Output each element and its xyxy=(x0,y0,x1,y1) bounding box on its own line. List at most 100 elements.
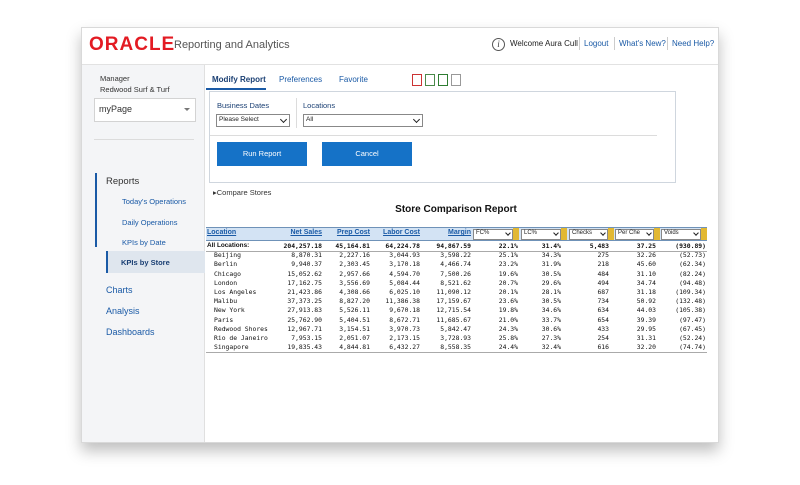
value-cell: 3,598.22 xyxy=(440,251,471,260)
voids-filter[interactable]: Voids xyxy=(661,229,701,240)
cancel-button[interactable]: Cancel xyxy=(322,142,412,166)
compare-stores-toggle[interactable]: ▸Compare Stores xyxy=(213,188,271,197)
per-check-filter-label: Per Che xyxy=(618,230,641,236)
column-header-net-sales[interactable]: Net Sales xyxy=(288,229,322,236)
column-resize-handle[interactable] xyxy=(608,228,614,240)
sidebar-item-kpis-by-date[interactable]: KPIs by Date xyxy=(122,238,166,247)
value-cell: (132.48) xyxy=(675,297,706,306)
column-resize-handle[interactable] xyxy=(654,228,660,240)
value-cell: 3,154.51 xyxy=(339,324,370,333)
value-cell: 8,521.62 xyxy=(440,278,471,287)
value-cell: 8,672.71 xyxy=(389,315,420,324)
sidebar-item-dashboards[interactable]: Dashboards xyxy=(106,327,155,337)
active-section-indicator xyxy=(95,173,97,247)
value-cell: 30.5% xyxy=(541,297,561,306)
value-cell: 254 xyxy=(597,334,609,342)
document-icon[interactable] xyxy=(451,74,461,86)
welcome-text: Welcome Aura Cull xyxy=(510,39,578,48)
value-cell: 734 xyxy=(597,297,609,306)
business-dates-select[interactable]: Please Select xyxy=(216,114,290,127)
value-cell: 275 xyxy=(597,251,609,260)
mypage-value: myPage xyxy=(99,104,133,114)
application-window: ORACLE Reporting and Analytics i Welcome… xyxy=(81,27,719,443)
sidebar-item-analysis[interactable]: Analysis xyxy=(106,306,140,316)
value-cell: 29.95 xyxy=(636,324,656,333)
value-cell: 32.4% xyxy=(541,343,561,352)
value-cell: 5,526.11 xyxy=(339,306,370,315)
checks-filter[interactable]: Checks xyxy=(569,229,608,240)
column-resize-handle[interactable] xyxy=(561,228,567,240)
value-cell: 30.6% xyxy=(541,324,561,333)
value-cell: 2,303.45 xyxy=(339,260,370,269)
user-role: Manager Redwood Surf & Turf xyxy=(100,73,170,95)
value-cell: 24.3% xyxy=(498,324,518,333)
value-cell: 12,715.54 xyxy=(436,306,471,315)
print-icon[interactable] xyxy=(425,74,435,86)
column-resize-handle[interactable] xyxy=(701,228,707,240)
per-check-filter[interactable]: Per Che xyxy=(615,229,654,240)
column-header-labor-cost[interactable]: Labor Cost xyxy=(380,229,420,236)
value-cell: 20.7% xyxy=(498,278,518,287)
value-cell: 94,867.59 xyxy=(436,242,471,250)
value-cell: 2,957.66 xyxy=(339,269,370,278)
value-cell: 6,025.10 xyxy=(389,288,420,296)
value-cell: 31.10 xyxy=(636,269,656,278)
value-cell: 17,162.75 xyxy=(287,278,322,287)
value-cell: 218 xyxy=(597,260,609,269)
whats-new-link[interactable]: What's New? xyxy=(619,39,666,48)
value-cell: (97.47) xyxy=(679,315,706,324)
value-cell: 32.26 xyxy=(636,251,656,260)
fc-percent-filter-label: FC% xyxy=(476,230,490,236)
logout-link[interactable]: Logout xyxy=(584,39,608,48)
top-divider xyxy=(614,37,615,50)
sidebar-item-kpis-by-store[interactable]: KPIs by Store xyxy=(106,251,205,273)
value-cell: 25.1% xyxy=(498,251,518,260)
need-help-link[interactable]: Need Help? xyxy=(672,39,714,48)
sidebar-divider xyxy=(94,139,194,140)
value-cell: 2,173.15 xyxy=(389,334,420,342)
column-header-prep-cost[interactable]: Prep Cost xyxy=(334,229,370,236)
value-cell: 9,670.18 xyxy=(389,306,420,315)
business-dates-value: Please Select xyxy=(219,116,259,123)
value-cell: 4,308.66 xyxy=(339,288,370,296)
mypage-dropdown[interactable]: myPage xyxy=(94,98,196,122)
column-header-margin[interactable]: Margin xyxy=(431,229,471,236)
value-cell: 31.18 xyxy=(636,288,656,296)
column-header-location[interactable]: Location xyxy=(207,229,236,236)
lc-percent-filter[interactable]: LC% xyxy=(521,229,561,240)
value-cell: 19,835.43 xyxy=(287,343,322,352)
tab-modify-report[interactable]: Modify Report xyxy=(212,75,266,84)
value-cell: 24.4% xyxy=(498,343,518,352)
chevron-down-icon xyxy=(553,230,559,236)
locations-select[interactable]: All xyxy=(303,114,423,127)
value-cell: 11,386.38 xyxy=(385,297,420,306)
value-cell: (74.74) xyxy=(679,343,706,352)
value-cell: 8,827.20 xyxy=(339,297,370,306)
pdf-icon[interactable] xyxy=(412,74,422,86)
sidebar-item-charts[interactable]: Charts xyxy=(106,285,133,295)
table-bottom-border xyxy=(206,352,707,354)
column-resize-handle[interactable] xyxy=(513,228,519,240)
sidebar-item-todays-operations[interactable]: Today's Operations xyxy=(122,197,186,206)
run-report-button[interactable]: Run Report xyxy=(217,142,307,166)
excel-icon[interactable] xyxy=(438,74,448,86)
chevron-down-icon xyxy=(646,230,652,236)
value-cell: 45,164.81 xyxy=(335,242,370,250)
value-cell: 484 xyxy=(597,269,609,278)
value-cell: 12,967.71 xyxy=(287,324,322,333)
value-cell: 17,159.67 xyxy=(436,297,471,306)
info-icon[interactable]: i xyxy=(492,38,505,51)
sidebar-item-reports[interactable]: Reports xyxy=(106,176,139,187)
sidebar-item-daily-operations[interactable]: Daily Operations xyxy=(122,218,177,227)
chevron-down-icon xyxy=(412,115,421,124)
fc-percent-filter[interactable]: FC% xyxy=(473,229,513,240)
value-cell: 37,373.25 xyxy=(287,297,322,306)
table-header: Location Net Sales Prep Cost Labor Cost … xyxy=(206,227,707,241)
tab-preferences[interactable]: Preferences xyxy=(279,75,322,84)
chevron-down-icon xyxy=(600,230,606,236)
value-cell: 9,940.37 xyxy=(291,260,322,269)
value-cell: 31.9% xyxy=(541,260,561,269)
tab-favorite[interactable]: Favorite xyxy=(339,75,368,84)
chevron-down-icon xyxy=(279,115,288,124)
value-cell: (52.24) xyxy=(679,334,706,342)
